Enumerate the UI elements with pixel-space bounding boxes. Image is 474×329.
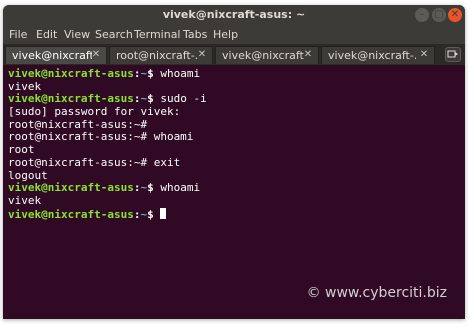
output-text: logout	[8, 168, 48, 182]
tab-close-icon[interactable]: ✕	[302, 49, 314, 61]
tab-vivek-2[interactable]: vivek@nixcraft-... ✕	[215, 46, 319, 64]
terminal-line: root@nixcraft-asus:~# exit	[8, 155, 458, 170]
title-bar[interactable]: vivek@nixcraft-asus: ~ – □ ✕	[3, 5, 465, 25]
terminal-line: vivek@nixcraft-asus:~$ whoami	[8, 67, 458, 81]
tab-close-icon[interactable]: ✕	[196, 49, 208, 61]
output-text: root@nixcraft-asus:~# exit	[8, 155, 181, 169]
window-title: vivek@nixcraft-asus: ~	[162, 8, 306, 21]
prompt-symbol: $	[147, 181, 161, 195]
menu-view[interactable]: View	[64, 25, 90, 44]
prompt-user-host: vivek@nixcraft-asus	[8, 207, 134, 221]
maximize-button[interactable]: □	[432, 8, 446, 22]
output-text: vivek	[8, 79, 42, 93]
prompt-symbol: $	[147, 92, 161, 106]
command-text: sudo -i	[160, 92, 207, 106]
command-text: whoami	[160, 67, 201, 80]
tab-close-icon[interactable]: ✕	[418, 49, 430, 61]
prompt-symbol: $	[147, 207, 161, 221]
menu-help[interactable]: Help	[213, 25, 238, 44]
watermark: © www.cyberciti.biz	[306, 285, 447, 301]
close-button[interactable]: ✕	[448, 8, 462, 22]
menu-terminal[interactable]: Terminal	[134, 25, 181, 44]
prompt-symbol: $	[147, 67, 161, 80]
terminal-window: vivek@nixcraft-asus: ~ – □ ✕ File Edit V…	[3, 5, 465, 319]
tab-vivek-3[interactable]: vivek@nixcraft-... ✕	[321, 46, 435, 64]
menu-search[interactable]: Search	[95, 25, 133, 44]
terminal-line: vivek@nixcraft-asus:~$	[8, 207, 458, 221]
terminal-output[interactable]: vivek@nixcraft-asus:~$ whoami vivek vivek@…	[8, 67, 458, 258]
output-text: vivek	[8, 193, 42, 207]
tab-label: vivek@nixcraft-...	[328, 49, 416, 62]
output-text: root@nixcraft-asus:~#	[8, 117, 154, 131]
menu-tabs[interactable]: Tabs	[183, 25, 207, 44]
tab-label: vivek@nixcraft-...	[222, 49, 304, 62]
tab-menu-button[interactable]	[445, 47, 461, 62]
menu-edit[interactable]: Edit	[36, 25, 57, 44]
output-text: root	[8, 143, 35, 157]
minimize-button[interactable]: –	[415, 8, 429, 22]
tab-menu-icon	[447, 50, 458, 58]
terminal-line: vivek@nixcraft-asus:~$ whoami	[8, 181, 458, 195]
tab-bar: vivek@nixcraft-asu... ✕ root@nixcraft-..…	[3, 44, 465, 65]
tab-vivek-1[interactable]: vivek@nixcraft-asu... ✕	[5, 46, 107, 64]
terminal-line: vivek	[8, 193, 458, 208]
output-text: [sudo] password for vivek:	[8, 105, 181, 119]
command-text: whoami	[160, 181, 201, 195]
tab-label: vivek@nixcraft-asu...	[12, 49, 92, 62]
menu-bar: File Edit View Search Terminal Tabs Help	[3, 25, 465, 44]
tab-label: root@nixcraft-...	[116, 49, 198, 62]
terminal-cursor	[160, 207, 167, 219]
prompt-user-host: vivek@nixcraft-asus	[8, 67, 134, 80]
output-text: root@nixcraft-asus:~# whoami	[8, 130, 194, 144]
prompt-user-host: vivek@nixcraft-asus	[8, 92, 134, 106]
terminal-line: root@nixcraft-asus:~# whoami	[8, 131, 458, 144]
tab-close-icon[interactable]: ✕	[90, 49, 102, 61]
prompt-user-host: vivek@nixcraft-asus	[8, 181, 134, 195]
tab-root[interactable]: root@nixcraft-... ✕	[109, 46, 213, 64]
menu-file[interactable]: File	[9, 25, 27, 44]
